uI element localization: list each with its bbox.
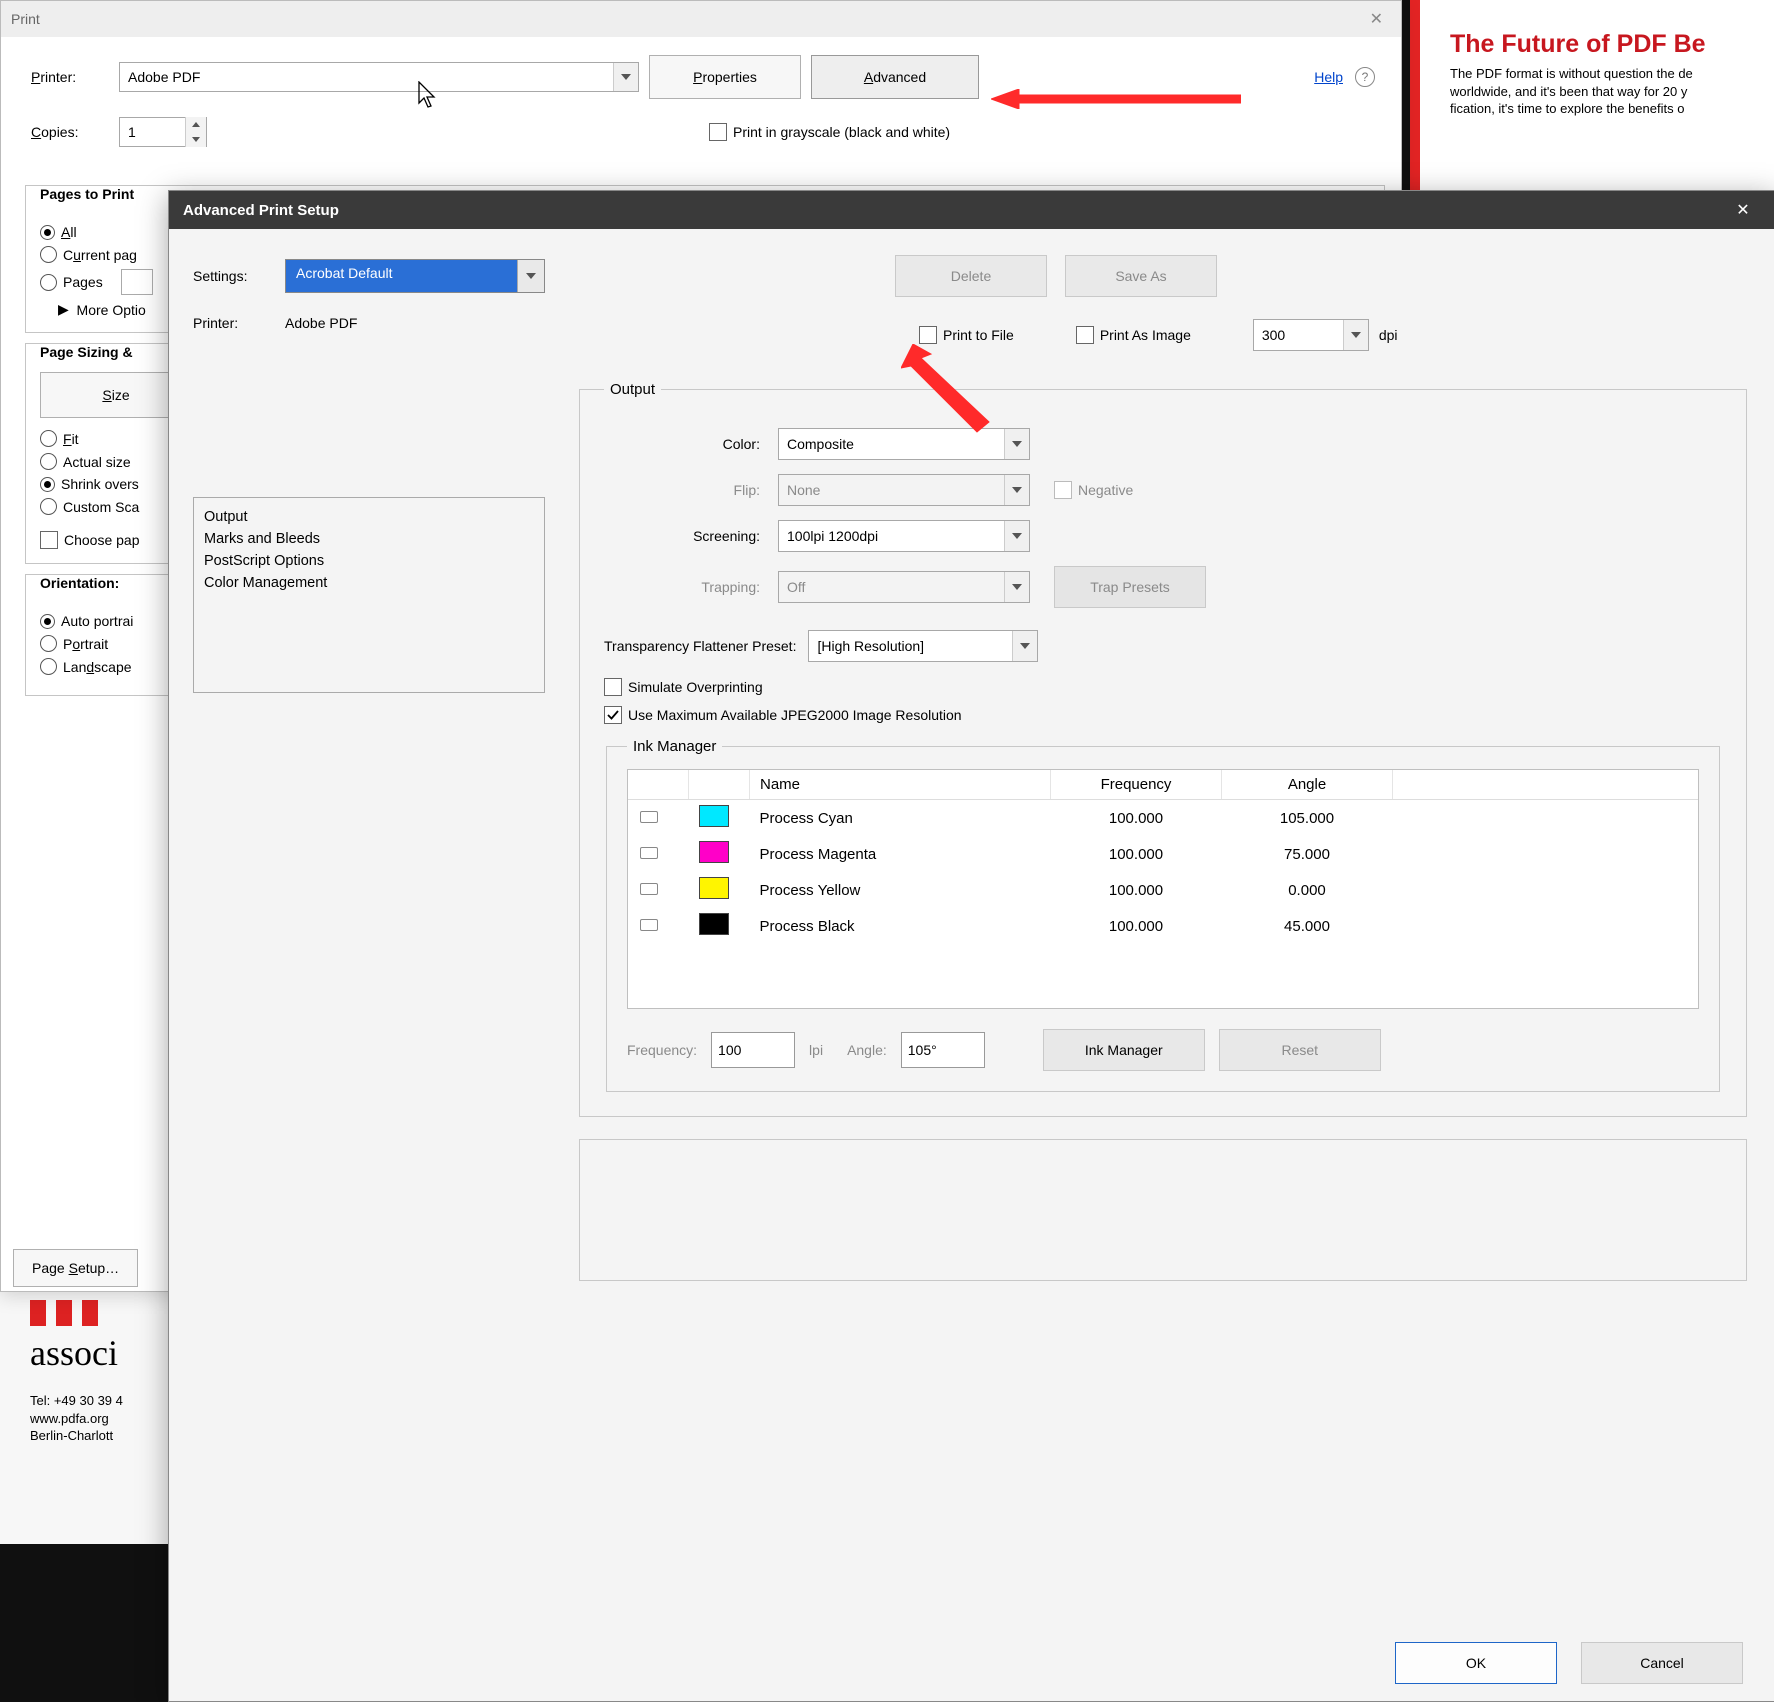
chevron-down-icon[interactable] [1343, 320, 1368, 350]
arrow-annotation-icon [991, 89, 1241, 109]
help-icon[interactable]: ? [1355, 67, 1375, 87]
chevron-down-icon[interactable] [517, 260, 544, 292]
dpi-select[interactable]: 300 [1253, 319, 1369, 351]
print-dialog-titlebar: Print ✕ [1, 1, 1401, 37]
printer-value: Adobe PDF [120, 69, 613, 85]
output-legend: Output [604, 381, 661, 398]
table-row[interactable]: Process Yellow100.0000.000 [628, 872, 1698, 908]
grayscale-checkbox[interactable]: Print in grayscale (black and white) [709, 123, 950, 141]
chevron-down-icon [1004, 475, 1029, 505]
color-label: Color: [604, 436, 778, 452]
screening-select[interactable]: 100lpi 1200dpi [778, 520, 1030, 552]
printer-value: Adobe PDF [285, 315, 357, 331]
doc-body: The PDF format is without question the d… [1450, 65, 1756, 118]
angle-input[interactable] [901, 1032, 985, 1068]
lpi-label: lpi [809, 1042, 823, 1058]
swatch-icon [699, 877, 729, 899]
orientation-label: Orientation: [36, 575, 123, 591]
spin-up-icon[interactable] [186, 117, 206, 132]
chevron-down-icon[interactable] [613, 63, 638, 91]
flattener-label: Transparency Flattener Preset: [604, 638, 808, 654]
spin-down-icon[interactable] [186, 132, 206, 147]
cursor-icon [417, 81, 439, 109]
properties-button[interactable]: Properties [649, 55, 801, 99]
ok-button[interactable]: OK [1395, 1642, 1557, 1684]
trapping-label: Trapping: [604, 579, 778, 595]
flip-select: None [778, 474, 1030, 506]
table-row[interactable]: Process Black100.00045.000 [628, 908, 1698, 944]
cancel-button[interactable]: Cancel [1581, 1642, 1743, 1684]
print-to-file-checkbox[interactable]: Print to File [919, 326, 1014, 344]
printer-icon [638, 879, 660, 897]
copies-label: Copies: [31, 124, 119, 140]
copies-value: 1 [120, 124, 185, 140]
document-background: The Future of PDF Be The PDF format is w… [1410, 0, 1774, 190]
reset-button[interactable]: Reset [1219, 1029, 1381, 1071]
frequency-input[interactable] [711, 1032, 795, 1068]
angle-label: Angle: [847, 1042, 887, 1058]
settings-value: Acrobat Default [286, 260, 517, 292]
screening-label: Screening: [604, 528, 778, 544]
pages-to-print-label: Pages to Print [36, 186, 138, 202]
save-as-button[interactable]: Save As [1065, 255, 1217, 297]
list-item[interactable]: PostScript Options [204, 550, 534, 572]
ink-manager-legend: Ink Manager [627, 738, 722, 755]
flattener-select[interactable]: [High Resolution] [808, 630, 1038, 662]
close-icon[interactable]: ✕ [1362, 9, 1391, 29]
output-group: Output Color: Composite Flip: None [579, 381, 1747, 1117]
category-list[interactable]: Output Marks and Bleeds PostScript Optio… [193, 497, 545, 693]
chevron-down-icon[interactable] [1004, 521, 1029, 551]
print-as-image-checkbox[interactable]: Print As Image [1076, 326, 1191, 344]
ink-manager-group: Ink Manager Name Frequency Angle [606, 738, 1720, 1092]
negative-checkbox: Negative [1054, 481, 1133, 499]
printer-label: Printer: [31, 69, 119, 85]
trap-presets-button[interactable]: Trap Presets [1054, 566, 1206, 608]
page-setup-button[interactable]: Page Setup… [13, 1249, 138, 1287]
delete-button[interactable]: Delete [895, 255, 1047, 297]
printer-icon [638, 807, 660, 825]
list-item[interactable]: Marks and Bleeds [204, 528, 534, 550]
list-item[interactable]: Color Management [204, 572, 534, 594]
printer-select[interactable]: Adobe PDF [119, 62, 639, 92]
simulate-overprinting-checkbox[interactable]: Simulate Overprinting [604, 678, 1722, 696]
printer-label: Printer: [193, 315, 285, 331]
frequency-label: Frequency: [627, 1042, 697, 1058]
swatch-icon [699, 841, 729, 863]
swatch-icon [699, 913, 729, 935]
doc-heading: The Future of PDF Be [1450, 30, 1756, 59]
swatch-icon [699, 805, 729, 827]
settings-label: Settings: [193, 268, 285, 284]
dpi-value: 300 [1254, 327, 1343, 343]
jpeg2000-checkbox[interactable]: Use Maximum Available JPEG2000 Image Res… [604, 706, 1700, 724]
help-link[interactable]: Help [1314, 69, 1343, 85]
printer-icon [638, 915, 660, 933]
print-dialog-title: Print [11, 11, 40, 27]
settings-select[interactable]: Acrobat Default [285, 259, 545, 293]
advanced-dialog-title: Advanced Print Setup [183, 202, 339, 219]
chevron-down-icon[interactable] [1012, 631, 1037, 661]
chevron-down-icon [1004, 572, 1029, 602]
close-icon[interactable]: ✕ [1725, 200, 1761, 220]
advanced-print-dialog: Advanced Print Setup ✕ Settings: Acrobat… [168, 190, 1774, 1702]
table-row[interactable]: Process Cyan100.000105.000 [628, 800, 1698, 837]
copies-stepper[interactable]: 1 [119, 117, 207, 147]
ink-manager-button[interactable]: Ink Manager [1043, 1029, 1205, 1071]
trapping-select: Off [778, 571, 1030, 603]
table-row[interactable]: Process Magenta100.00075.000 [628, 836, 1698, 872]
flip-label: Flip: [604, 482, 778, 498]
list-item[interactable]: Output [204, 506, 534, 528]
page-sizing-label: Page Sizing & [36, 344, 137, 360]
advanced-button[interactable]: Advanced [811, 55, 979, 99]
dpi-label: dpi [1379, 327, 1398, 343]
arrow-annotation-icon [901, 344, 1011, 434]
ink-table[interactable]: Name Frequency Angle Process Cyan100.000… [627, 769, 1699, 1009]
pages-input[interactable] [121, 269, 153, 295]
description-area [579, 1139, 1747, 1281]
advanced-dialog-titlebar: Advanced Print Setup ✕ [169, 191, 1774, 229]
printer-icon [638, 843, 660, 861]
